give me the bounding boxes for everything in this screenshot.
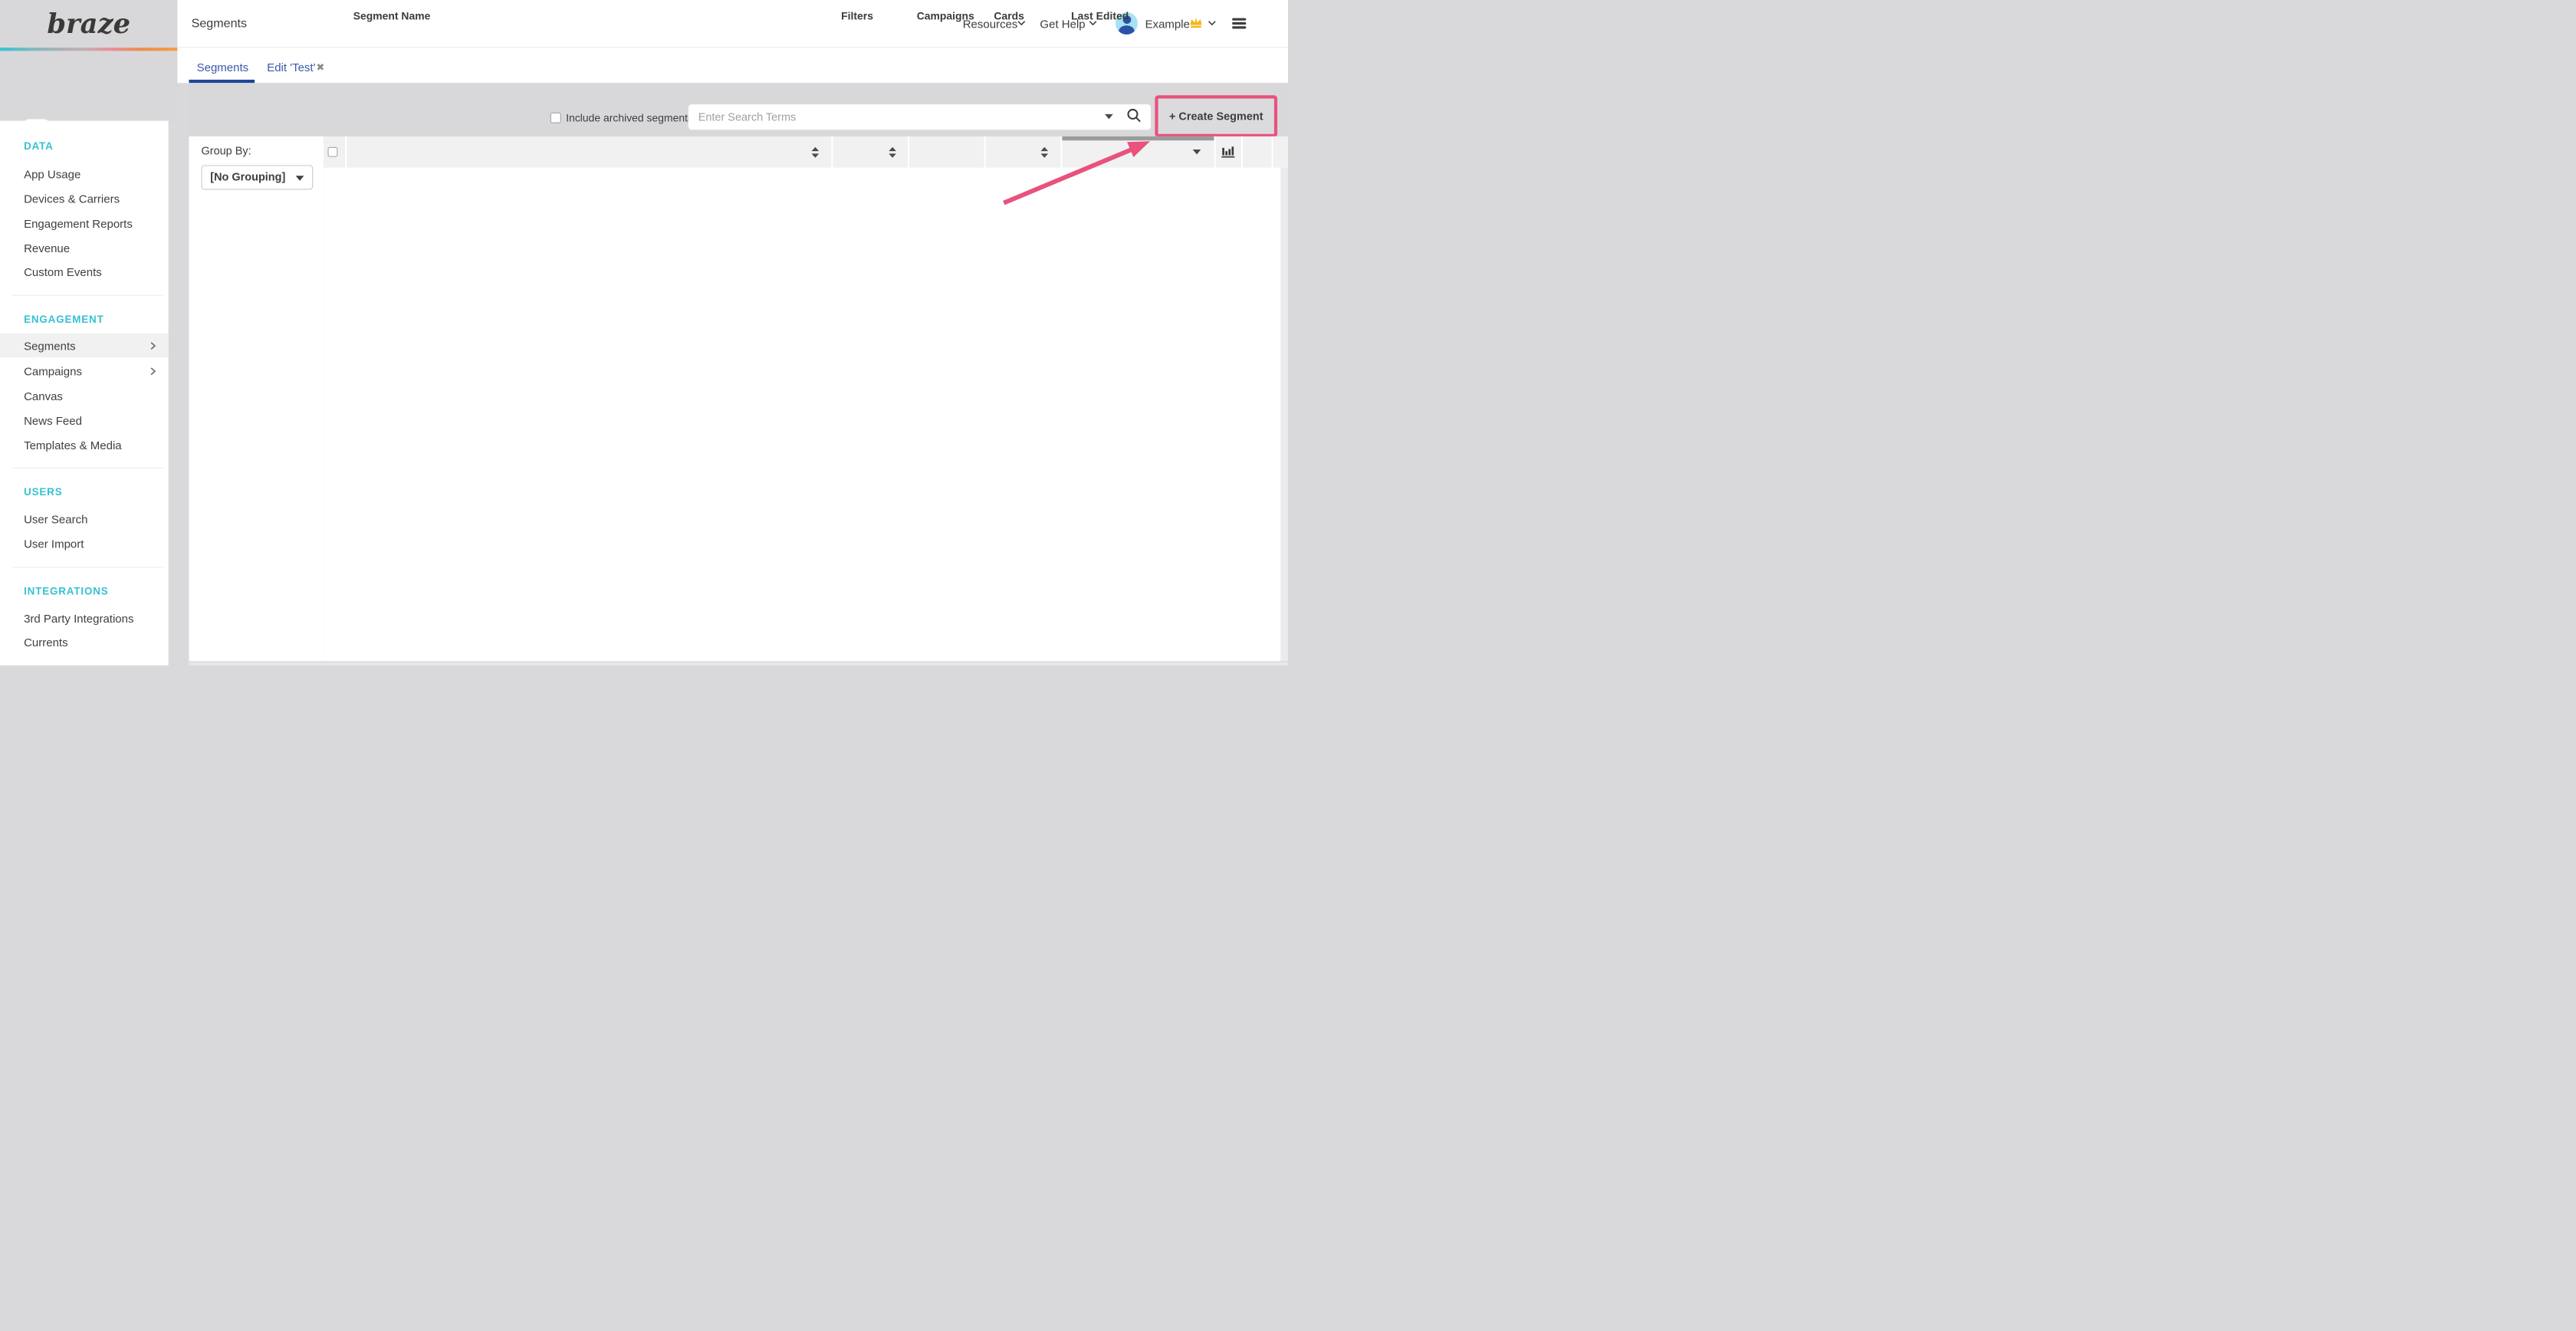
tab-edit-test[interactable]: Edit 'Test' [267,61,315,74]
sidebar-item-campaigns[interactable]: Campaigns [0,363,168,380]
plus-icon: + [1169,110,1178,123]
create-segment-button[interactable]: + Create Segment [1158,99,1274,134]
column-last-edited[interactable]: Last Edited [1071,10,1129,22]
horizontal-scrollbar-track[interactable] [189,662,1288,666]
sidebar-item-news-feed[interactable]: News Feed [0,412,168,429]
table-header [324,136,1288,168]
chevron-right-icon [150,367,156,376]
crown-icon [1188,16,1203,28]
tab-close-icon[interactable]: ✖ [317,61,325,73]
sidebar-item-devices-carriers[interactable]: Devices & Carriers [0,190,168,206]
bar-chart-icon[interactable] [1221,145,1235,159]
tab-segments[interactable]: Segments [197,61,249,74]
column-filters[interactable]: Filters [841,10,873,22]
annotation-highlight-box: + Create Segment [1155,95,1277,137]
avatar-body [1119,25,1134,35]
hamburger-menu-icon[interactable] [1232,18,1246,31]
chevron-down-icon [1208,21,1217,27]
create-segment-label: Create Segment [1178,110,1263,123]
header-divider [1214,136,1215,168]
sort-icon[interactable] [889,147,896,158]
header-divider [1272,136,1273,168]
sort-icon[interactable] [1041,147,1049,158]
table-body [324,168,1288,662]
sidebar-item-user-import[interactable]: User Import [0,536,168,552]
group-by-value: [No Grouping] [210,171,285,183]
tab-bar [177,48,1288,83]
header-divider [1060,136,1062,168]
select-all-checkbox[interactable] [328,147,338,157]
include-archived-checkbox[interactable] [550,113,561,123]
header-divider [984,136,986,168]
sidebar-divider [12,294,163,295]
sidebar-item-3rd-party-integrations[interactable]: 3rd Party Integrations [0,610,168,626]
search-dropdown-caret-icon[interactable] [1105,114,1113,119]
braze-logo: braze [0,0,177,48]
sidebar-item-segments[interactable]: Segments [0,334,168,357]
column-segment-name[interactable]: Segment Name [353,10,431,22]
header-divider [908,136,909,168]
sidebar-item-engagement-reports[interactable]: Engagement Reports [0,215,168,231]
sidebar-item-segments-label: Segments [0,337,168,353]
page-title: Segments [192,16,247,30]
sidebar-item-canvas[interactable]: Canvas [0,388,168,404]
include-archived-label: Include archived segments [566,112,693,124]
sidebar-item-app-usage[interactable]: App Usage [0,166,168,182]
group-by-select[interactable]: [No Grouping] [202,165,314,189]
select-caret-icon [296,176,304,180]
sidebar-item-user-search[interactable]: User Search [0,511,168,527]
chevron-right-icon [150,342,156,350]
sidebar-item-custom-events[interactable]: Custom Events [0,264,168,280]
header-divider [1241,136,1243,168]
braze-dashboard: braze b Mixpanel Demo Mixpanel Demo DATA… [0,0,1288,666]
search-icon[interactable] [1126,107,1142,123]
braze-logo-text: braze [47,8,130,40]
sidebar-item-currents[interactable]: Currents [0,634,168,650]
group-by-label: Group By: [202,145,251,157]
sidebar-heading-integrations: INTEGRATIONS [24,586,108,597]
column-cards[interactable]: Cards [994,10,1024,22]
vertical-scrollbar-track[interactable] [1280,168,1288,662]
column-campaigns[interactable]: Campaigns [917,10,974,22]
sidebar-heading-users: USERS [24,486,62,498]
sidebar-item-templates-media[interactable]: Templates & Media [0,437,168,453]
user-name[interactable]: Example [1145,18,1190,31]
workspace-selector[interactable]: b Mixpanel Demo Mixpanel Demo [0,51,177,121]
header-divider [831,136,833,168]
header-divider [344,136,346,168]
sidebar-item-revenue[interactable]: Revenue [0,239,168,255]
logo-band: braze [0,0,177,48]
sidebar-heading-engagement: ENGAGEMENT [24,314,104,325]
sidebar-heading-data: DATA [24,140,54,152]
sorted-column-indicator [1061,136,1214,140]
group-by-panel: Group By: [No Grouping] [189,136,324,662]
search-input[interactable] [688,104,1151,130]
sort-icon[interactable] [812,147,820,158]
last-edited-caret-icon[interactable] [1193,150,1201,154]
